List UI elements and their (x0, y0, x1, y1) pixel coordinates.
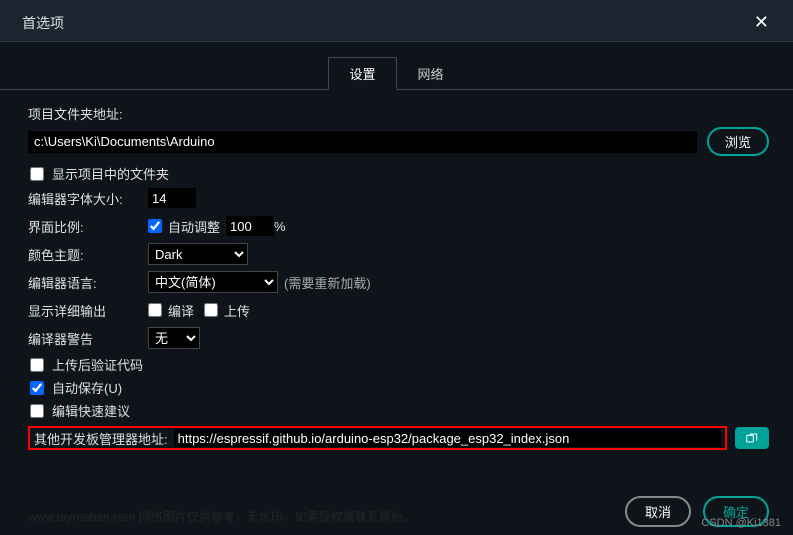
verbose-label: 显示详细输出 (28, 301, 148, 320)
cancel-button[interactable]: 取消 (625, 496, 691, 527)
browse-button[interactable]: 浏览 (707, 127, 769, 156)
tab-settings[interactable]: 设置 (328, 57, 396, 90)
quick-suggest-input[interactable] (30, 404, 44, 418)
verbose-upload-input[interactable] (204, 303, 218, 317)
verbose-compile-input[interactable] (148, 303, 162, 317)
quick-suggest-label: 编辑快速建议 (52, 401, 130, 420)
scale-auto-label: 自动调整 (168, 217, 220, 236)
scale-unit: % (274, 219, 286, 234)
close-icon[interactable]: ✕ (748, 10, 775, 35)
theme-label: 颜色主题: (28, 245, 148, 264)
verify-after-upload-input[interactable] (30, 358, 44, 372)
language-select[interactable]: 中文(简体) (148, 271, 278, 293)
show-files-label: 显示项目中的文件夹 (52, 164, 169, 183)
verbose-compile-checkbox[interactable]: 编译 (148, 301, 194, 320)
settings-panel: 项目文件夹地址: 浏览 显示项目中的文件夹 编辑器字体大小: 界面比例: 自动调… (0, 90, 793, 490)
scale-auto-checkbox[interactable]: 自动调整 (148, 217, 220, 236)
verify-after-upload-checkbox[interactable]: 上传后验证代码 (30, 355, 143, 374)
sketchbook-path-input[interactable] (28, 131, 697, 153)
scale-auto-input[interactable] (148, 219, 162, 233)
scale-label: 界面比例: (28, 217, 148, 236)
dialog-title: 首选项 (22, 13, 64, 33)
verbose-upload-checkbox[interactable]: 上传 (204, 301, 250, 320)
show-files-input[interactable] (30, 167, 44, 181)
expand-urls-button[interactable] (735, 427, 769, 449)
boards-url-input[interactable] (174, 429, 721, 447)
lang-label: 编辑器语言: (28, 273, 148, 292)
warnings-select[interactable]: 无 (148, 327, 200, 349)
boards-url-label: 其他开发板管理器地址: (32, 429, 168, 448)
csdn-watermark: CSDN @Ki1381 (701, 517, 781, 529)
font-size-label: 编辑器字体大小: (28, 189, 148, 208)
preferences-dialog: 首选项 ✕ 设置 网络 项目文件夹地址: 浏览 显示项目中的文件夹 编辑器字体大… (0, 0, 793, 535)
show-files-checkbox[interactable]: 显示项目中的文件夹 (30, 164, 169, 183)
ghost-watermark: www.taymoban.com 网络图片仅供参考，无水印，如需授权请联系原始。 (28, 508, 415, 525)
tab-network[interactable]: 网络 (397, 57, 465, 90)
warnings-label: 编译器警告 (28, 329, 148, 348)
autosave-label: 自动保存(U) (52, 378, 122, 397)
titlebar: 首选项 ✕ (0, 0, 793, 42)
boards-url-highlighted: 其他开发板管理器地址: (28, 426, 727, 450)
verbose-upload-label: 上传 (224, 301, 250, 320)
expand-icon (744, 430, 760, 446)
verify-after-upload-label: 上传后验证代码 (52, 355, 143, 374)
autosave-input[interactable] (30, 381, 44, 395)
lang-reload-note: (需要重新加载) (284, 273, 371, 292)
scale-value-input[interactable] (226, 216, 274, 236)
theme-select[interactable]: Dark (148, 243, 248, 265)
tabs: 设置 网络 (0, 42, 793, 90)
font-size-input[interactable] (148, 188, 196, 208)
sketchbook-label: 项目文件夹地址: (28, 104, 769, 123)
quick-suggest-checkbox[interactable]: 编辑快速建议 (30, 401, 130, 420)
verbose-compile-label: 编译 (168, 301, 194, 320)
autosave-checkbox[interactable]: 自动保存(U) (30, 378, 122, 397)
